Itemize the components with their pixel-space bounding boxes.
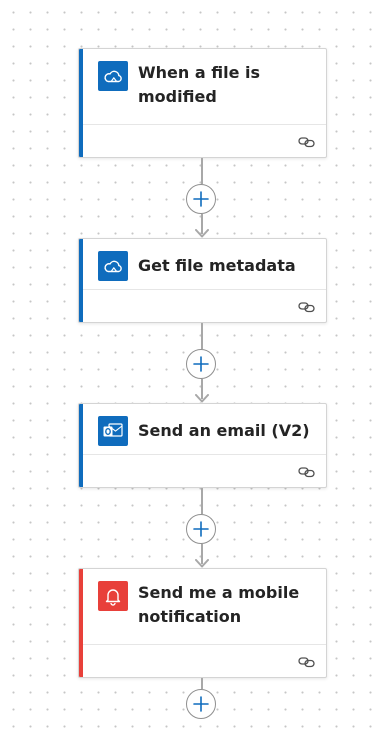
plus-icon bbox=[193, 696, 209, 712]
flow-connector bbox=[201, 158, 203, 184]
plus-icon bbox=[193, 356, 209, 372]
insert-step-button[interactable] bbox=[186, 184, 216, 214]
arrow-down-icon bbox=[195, 394, 209, 403]
step-title: Send me a mobile notification bbox=[138, 583, 300, 626]
step-card-get-file-metadata[interactable]: Get file metadata bbox=[78, 238, 327, 323]
step-footer bbox=[83, 289, 326, 322]
step-card-when-file-modified[interactable]: When a file is modified bbox=[78, 48, 327, 158]
step-footer bbox=[83, 454, 326, 487]
flow-connector bbox=[201, 323, 203, 349]
plus-icon bbox=[193, 191, 209, 207]
step-card-send-mobile-notification[interactable]: Send me a mobile notification bbox=[78, 568, 327, 678]
step-footer bbox=[83, 644, 326, 677]
link-icon[interactable] bbox=[298, 465, 316, 479]
insert-step-button[interactable] bbox=[186, 349, 216, 379]
arrow-down-icon bbox=[195, 229, 209, 238]
step-footer bbox=[83, 124, 326, 157]
plus-icon bbox=[193, 521, 209, 537]
insert-step-button[interactable] bbox=[186, 689, 216, 719]
arrow-down-icon bbox=[195, 559, 209, 568]
step-title: Get file metadata bbox=[138, 256, 296, 275]
insert-step-button[interactable] bbox=[186, 514, 216, 544]
flow-connector bbox=[201, 488, 203, 514]
step-card-send-email[interactable]: Send an email (V2) bbox=[78, 403, 327, 488]
link-icon[interactable] bbox=[298, 135, 316, 149]
step-title: When a file is modified bbox=[138, 63, 260, 106]
link-icon[interactable] bbox=[298, 300, 316, 314]
step-title: Send an email (V2) bbox=[138, 421, 310, 440]
flow-connector bbox=[201, 678, 203, 689]
link-icon[interactable] bbox=[298, 655, 316, 669]
